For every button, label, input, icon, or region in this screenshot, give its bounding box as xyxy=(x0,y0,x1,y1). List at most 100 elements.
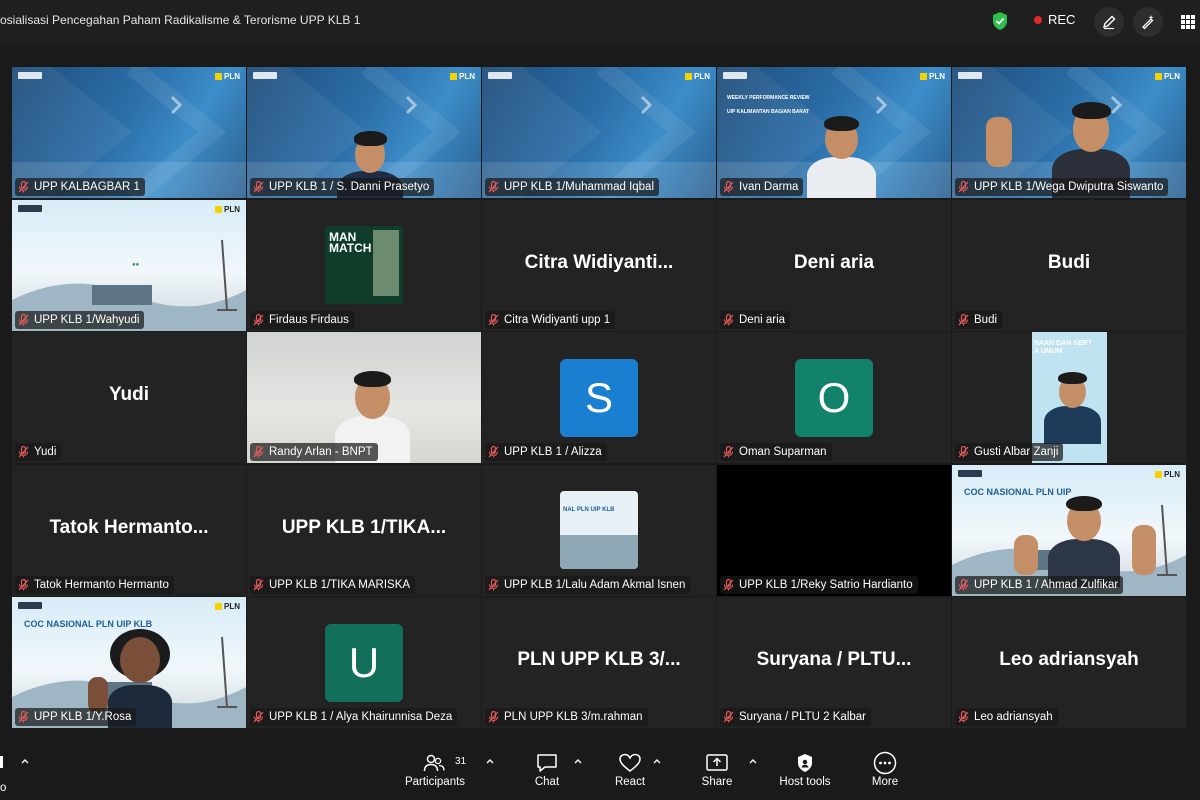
participant-display-name: Leo adriansyah xyxy=(999,649,1139,670)
participant-tile[interactable]: PLN COC NASIONAL PLN UIP KLB UPP KLB 1/Y.R… xyxy=(12,597,246,728)
gallery-grid-icon[interactable] xyxy=(1180,14,1196,30)
participant-tile[interactable]: PLN UPP KLB 1/Muhammad Iqbal xyxy=(482,67,716,198)
participant-avatar: U xyxy=(325,624,403,702)
danantara-logo xyxy=(488,72,512,79)
participant-display-name: PLN UPP KLB 3/... xyxy=(517,649,681,670)
participant-avatar: S xyxy=(560,359,638,437)
react-label: React xyxy=(614,776,646,788)
chevron-up-icon[interactable] xyxy=(20,756,30,766)
host-tools-label: Host tools xyxy=(779,776,831,788)
participant-tile[interactable]: NAAN DAN SERT A UMUM Gusti Albar Zanji xyxy=(952,332,1186,463)
participant-name: PLN UPP KLB 3/m.rahman xyxy=(504,711,643,723)
participant-tile[interactable]: PLN ●● UPP KLB 1/Wahyudi xyxy=(12,200,246,331)
participant-tile[interactable]: Randy Arlan - BNPT xyxy=(247,332,481,463)
participant-name-label: Budi xyxy=(955,311,1003,329)
participant-name: UPP KLB 1/TIKA MARISKA xyxy=(269,579,411,591)
chevron-up-icon[interactable] xyxy=(485,756,495,766)
more-button[interactable]: More xyxy=(845,750,925,788)
mic-muted-icon xyxy=(253,181,264,193)
participant-tile[interactable]: PLN UPP KLB 1/Wega Dwiputra Siswanto xyxy=(952,67,1186,198)
participant-name-label: UPP KLB 1 / Alizza xyxy=(485,443,607,461)
mic-muted-icon xyxy=(253,446,264,458)
chevron-up-icon[interactable] xyxy=(748,756,758,766)
participant-tile[interactable]: Deni aria Deni aria xyxy=(717,200,951,331)
title-bar: osialisasi Pencegahan Paham Radikalisme … xyxy=(0,0,1200,44)
mic-muted-icon xyxy=(723,579,734,591)
mic-muted-icon xyxy=(18,446,29,458)
mic-muted-icon xyxy=(723,711,734,723)
video-control-partial[interactable] xyxy=(0,756,3,768)
participant-name-label: UPP KLB 1/Wega Dwiputra Siswanto xyxy=(955,178,1169,196)
pln-logo: PLN xyxy=(450,72,475,81)
participant-tile[interactable]: S UPP KLB 1 / Alizza xyxy=(482,332,716,463)
recording-indicator[interactable]: REC xyxy=(1034,12,1075,27)
participant-name-label: UPP KLB 1/Lalu Adam Akmal Isnen xyxy=(485,576,691,594)
participant-tile[interactable]: O Oman Suparman xyxy=(717,332,951,463)
participant-name: Citra Widiyanti upp 1 xyxy=(504,314,611,326)
participant-name: UPP KLB 1 / Alizza xyxy=(504,446,602,458)
chevron-up-icon[interactable] xyxy=(652,756,662,766)
participant-name: Budi xyxy=(974,314,998,326)
participant-tile[interactable]: PLN UPP KLB 1 / S. Danni Prasetyo xyxy=(247,67,481,198)
mic-muted-icon xyxy=(18,181,29,193)
participant-name: Firdaus Firdaus xyxy=(269,314,349,326)
participant-name-label: PLN UPP KLB 3/m.rahman xyxy=(485,708,648,726)
participant-tile[interactable]: Suryana / PLTU... Suryana / PLTU 2 Kalbar xyxy=(717,597,951,728)
participant-name-label: Citra Widiyanti upp 1 xyxy=(485,311,616,329)
participant-tile[interactable]: U UPP KLB 1 / Alya Khairunnisa Deza xyxy=(247,597,481,728)
pln-logo: PLN xyxy=(1155,72,1180,81)
participant-tile[interactable]: PLN COC NASIONAL PLN UIP UPP KLB 1 / Ahmad… xyxy=(952,465,1186,596)
danantara-logo xyxy=(18,72,42,79)
participant-tile[interactable]: Yudi Yudi xyxy=(12,332,246,463)
participant-name-label: Gusti Albar Zanji xyxy=(955,443,1064,461)
pln-logo: PLN xyxy=(215,602,240,611)
participant-name-label: UPP KALBAGBAR 1 xyxy=(15,178,145,196)
meeting-toolbar: o Participants 31 Chat React Share Host … xyxy=(0,742,1200,800)
thumbs-up-hand xyxy=(1132,525,1156,575)
participant-tile[interactable]: Tatok Hermanto... Tatok Hermanto Hermanto xyxy=(12,465,246,596)
participant-name-label: Tatok Hermanto Hermanto xyxy=(15,576,174,594)
mic-muted-icon xyxy=(488,446,499,458)
share-label: Share xyxy=(701,776,733,788)
participant-name: UPP KLB 1/Muhammad Iqbal xyxy=(504,181,655,193)
pencil-icon xyxy=(1102,15,1116,30)
participant-display-name: UPP KLB 1/TIKA... xyxy=(281,517,447,538)
participant-display-name: Deni aria xyxy=(793,252,875,273)
participant-tile[interactable]: MAN MATCH Firdaus Firdaus xyxy=(247,200,481,331)
ai-companion-button[interactable] xyxy=(1133,7,1163,37)
participant-tile[interactable]: UPP KLB 1/TIKA... UPP KLB 1/TIKA MARISKA xyxy=(247,465,481,596)
chevron-up-icon[interactable] xyxy=(573,756,583,766)
participant-avatar: O xyxy=(795,359,873,437)
participant-name-label: Oman Suparman xyxy=(720,443,832,461)
participant-tile[interactable]: Leo adriansyah Leo adriansyah xyxy=(952,597,1186,728)
mic-muted-icon xyxy=(958,579,969,591)
security-shield-icon[interactable] xyxy=(991,11,1009,31)
participant-display-name: Tatok Hermanto... xyxy=(49,517,209,538)
participant-name: Ivan Darma xyxy=(739,181,799,193)
mic-muted-icon xyxy=(488,579,499,591)
thumbs-up-hand xyxy=(986,117,1012,167)
mic-muted-icon xyxy=(253,579,264,591)
share-button[interactable]: Share xyxy=(677,750,757,788)
pln-logo: PLN xyxy=(920,72,945,81)
participant-name-label: Suryana / PLTU 2 Kalbar xyxy=(720,708,871,726)
participant-tile[interactable]: PLN WEEKLY PERFORMANCE REVIEW UIP KALIMANT… xyxy=(717,67,951,198)
participant-name: UPP KLB 1 / S. Danni Prasetyo xyxy=(269,181,430,193)
participant-tile[interactable]: PLN UPP KLB 3/... PLN UPP KLB 3/m.rahman xyxy=(482,597,716,728)
host-tools-button[interactable]: Host tools xyxy=(765,750,845,788)
participant-tile[interactable]: Citra Widiyanti... Citra Widiyanti upp 1 xyxy=(482,200,716,331)
participant-name: UPP KALBAGBAR 1 xyxy=(34,181,140,193)
participant-name: Oman Suparman xyxy=(739,446,827,458)
thumbs-up-hand xyxy=(1014,535,1038,575)
participant-tile[interactable]: UPP KLB 1/Reky Satrio Hardianto xyxy=(717,465,951,596)
participant-name: Randy Arlan - BNPT xyxy=(269,446,373,458)
participant-name-label: UPP KLB 1/Reky Satrio Hardianto xyxy=(720,576,918,594)
share-screen-icon xyxy=(706,754,728,771)
participant-tile[interactable]: Budi Budi xyxy=(952,200,1186,331)
participant-name: Yudi xyxy=(34,446,57,458)
participant-tile[interactable]: NAL PLN UIP KLB UPP KLB 1/Lalu Adam Akmal… xyxy=(482,465,716,596)
mic-muted-icon xyxy=(253,711,264,723)
participant-tile[interactable]: PLN UPP KALBAGBAR 1 xyxy=(12,67,246,198)
annotate-button[interactable] xyxy=(1094,7,1124,37)
slide-text: ●● xyxy=(132,262,140,268)
